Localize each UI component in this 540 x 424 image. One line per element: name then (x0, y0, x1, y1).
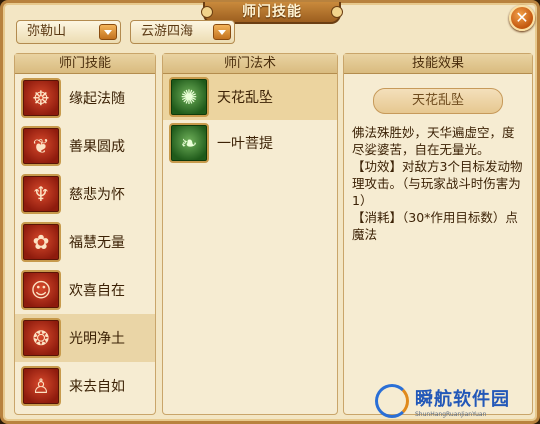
walking-monk-icon: ♙ (21, 366, 61, 406)
close-button[interactable]: ✕ (509, 5, 535, 31)
watermark-logo-icon (375, 384, 409, 418)
mode-dropdown-value: 云游四海 (141, 24, 194, 39)
fruit-bowl-icon: ❦ (21, 126, 61, 166)
skill-list: ☸ 缘起法随 ❦ 善果圆成 ♆ 慈悲为怀 ✿ 福慧无量 ☺ 欢喜自在 ❂ 光明净… (15, 74, 155, 410)
skill-row[interactable]: ☸ 缘起法随 (15, 74, 155, 122)
praying-hands-icon: ♆ (21, 174, 61, 214)
school-dropdown[interactable]: 弥勒山 (16, 20, 121, 44)
spell-name: 天花乱坠 (217, 90, 273, 106)
chevron-down-icon (99, 24, 117, 40)
effect-line: 【消耗】（30*作用目标数）点魔法 (352, 210, 518, 242)
school-spells-panel: 师门法术 ✺ 天花乱坠 ❧ 一叶菩提 (162, 53, 338, 415)
skill-row[interactable]: ❦ 善果圆成 (15, 122, 155, 170)
laughing-buddha-icon: ☺ (21, 270, 61, 310)
skill-effect-panel: 技能效果 天花乱坠 佛法殊胜妙，天华遍虚空，度尽娑婆苦，自在无量光。 【功效】对… (343, 53, 533, 415)
lotus-flower-icon: ✿ (21, 222, 61, 262)
skill-name: 缘起法随 (69, 91, 125, 107)
effect-description: 佛法殊胜妙，天华遍虚空，度尽娑婆苦，自在无量光。 【功效】对敌方3个目标发动物理… (352, 124, 526, 243)
skill-name: 欢喜自在 (69, 283, 125, 299)
skill-effect-header: 技能效果 (344, 54, 532, 74)
skill-name: 来去自如 (69, 379, 125, 395)
watermark-text: 瞬航软件园 (415, 388, 510, 410)
effect-line: 佛法殊胜妙，天华遍虚空，度尽娑婆苦，自在无量光。 (352, 125, 515, 157)
school-skills-panel: 师门技能 ☸ 缘起法随 ❦ 善果圆成 ♆ 慈悲为怀 ✿ 福慧无量 ☺ 欢喜自在 (14, 53, 156, 415)
spell-row-selected[interactable]: ✺ 天花乱坠 (163, 74, 337, 120)
swirling-petals-icon: ✺ (169, 77, 209, 117)
spell-row[interactable]: ❧ 一叶菩提 (163, 120, 337, 166)
skill-name: 光明净土 (69, 331, 125, 347)
skill-row[interactable]: ♆ 慈悲为怀 (15, 170, 155, 218)
effect-spell-name: 天花乱坠 (373, 88, 503, 114)
watermark: 瞬航软件园 ShunHangRuanJianYuan (375, 379, 525, 423)
school-dropdown-value: 弥勒山 (27, 24, 67, 39)
meditating-figure-icon: ☸ (21, 78, 61, 118)
flame-lotus-icon: ❂ (21, 318, 61, 358)
close-icon: ✕ (515, 8, 529, 27)
school-spells-header: 师门法术 (163, 54, 337, 74)
spell-name: 一叶菩提 (217, 136, 273, 152)
bodhi-leaf-icon: ❧ (169, 123, 209, 163)
watermark-subtext: ShunHangRuanJianYuan (415, 410, 487, 418)
skill-row[interactable]: ✿ 福慧无量 (15, 218, 155, 266)
chevron-down-icon (213, 24, 231, 40)
skill-name: 善果圆成 (69, 139, 125, 155)
skill-row[interactable]: ♙ 来去自如 (15, 362, 155, 410)
skill-name: 慈悲为怀 (69, 187, 125, 203)
effect-line: 【功效】对敌方3个目标发动物理攻击。（与玩家战斗时伤害为1） (352, 159, 523, 208)
skill-row[interactable]: ☺ 欢喜自在 (15, 266, 155, 314)
school-skills-header: 师门技能 (15, 54, 155, 74)
skill-row-selected[interactable]: ❂ 光明净土 (15, 314, 155, 362)
skill-name: 福慧无量 (69, 235, 125, 251)
skills-window: 师门技能 ✕ 弥勒山 云游四海 师门技能 ☸ 缘起法随 ❦ 善果圆成 ♆ 慈悲为… (0, 0, 540, 424)
mode-dropdown[interactable]: 云游四海 (130, 20, 235, 44)
